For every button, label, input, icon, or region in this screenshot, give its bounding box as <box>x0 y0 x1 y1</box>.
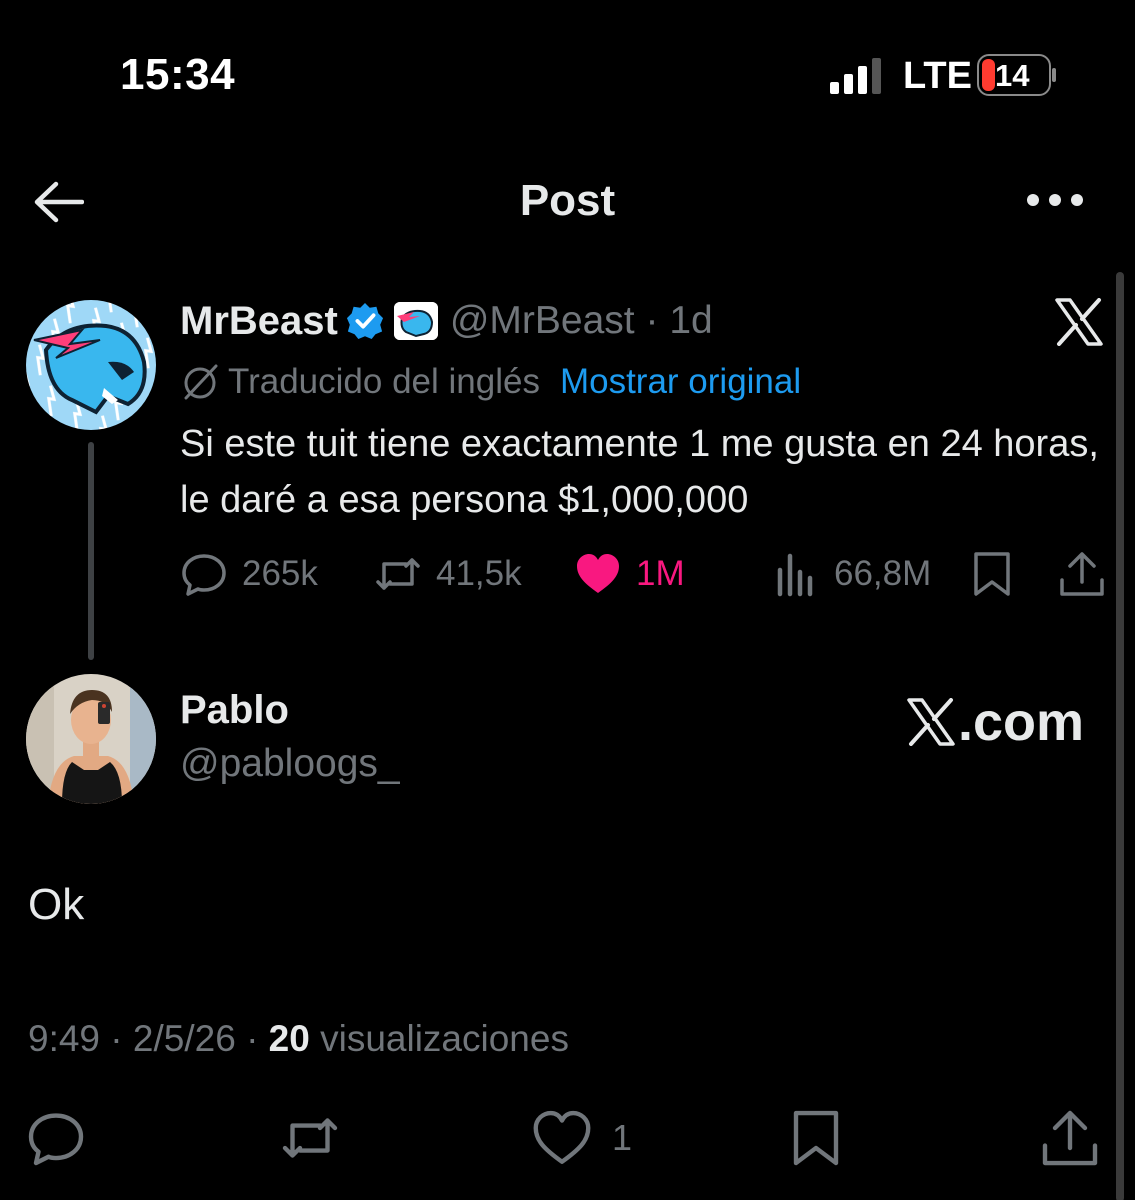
like-action[interactable]: 1 <box>532 1108 632 1168</box>
signal-icon <box>830 58 881 94</box>
x-logo-icon <box>907 698 955 746</box>
share-icon <box>1060 552 1104 596</box>
share-action[interactable] <box>1040 1108 1100 1168</box>
pablo-avatar[interactable] <box>26 674 156 804</box>
translated-label: Traducido del inglés <box>228 362 540 401</box>
quoted-post-header: MrBeast @MrBeast · 1d <box>180 296 713 346</box>
author-handle[interactable]: @MrBeast · 1d <box>450 299 713 343</box>
quoted-post-actions: 265k 41,5k 1M 66,8M <box>180 548 1110 600</box>
mrbeast-avatar[interactable] <box>26 300 156 430</box>
post-meta: 9:49 · 2/5/26 · 20 visualizaciones <box>28 1018 569 1060</box>
battery-level: 14 <box>995 58 1030 93</box>
like-count: 1 <box>612 1117 633 1158</box>
heart-icon <box>577 554 619 593</box>
author-name[interactable]: MrBeast <box>180 299 338 344</box>
post-time: 1d <box>669 299 713 342</box>
verified-icon <box>346 302 383 340</box>
reply-icon <box>182 554 226 596</box>
reply-author-name[interactable]: Pablo <box>180 688 289 733</box>
scrollbar[interactable] <box>1116 272 1124 1200</box>
translate-icon <box>184 364 218 400</box>
reply-icon <box>28 1113 84 1166</box>
share-icon <box>1042 1110 1098 1166</box>
handle-text: @MrBeast <box>449 299 635 342</box>
repost-action[interactable]: 41,5k <box>374 548 522 600</box>
repost-action[interactable] <box>280 1108 340 1168</box>
bookmark-action[interactable] <box>786 1108 846 1168</box>
affiliate-badge-icon <box>393 302 438 340</box>
meta-separator: · <box>110 1018 133 1059</box>
repost-icon <box>376 558 420 590</box>
views-icon <box>777 553 813 597</box>
like-action[interactable]: 1M <box>574 548 685 600</box>
status-time: 15:34 <box>120 50 236 99</box>
translation-bar: Traducido del inglés Mostrar original <box>180 360 801 404</box>
show-original-link[interactable]: Mostrar original <box>560 362 801 402</box>
quoted-post-text: Si este tuit tiene exactamente 1 me gust… <box>180 423 1099 521</box>
reply-count: 265k <box>242 554 318 593</box>
reply-action[interactable] <box>26 1108 86 1168</box>
page-title: Post <box>519 176 616 225</box>
repost-icon <box>282 1118 338 1158</box>
post-date: 2/5/26 <box>132 1018 236 1059</box>
network-label: LTE <box>903 55 972 97</box>
views-count: 66,8M <box>834 554 932 593</box>
share-action[interactable] <box>1058 548 1106 600</box>
reply-author-handle[interactable]: @pabloogs_ <box>180 742 400 786</box>
like-count: 1M <box>636 554 685 593</box>
meta-separator: · <box>246 1018 269 1059</box>
thread-line <box>88 442 94 660</box>
heart-icon <box>533 1110 591 1164</box>
bookmark-icon <box>974 552 1010 596</box>
post-time: 9:49 <box>28 1018 101 1059</box>
bookmark-icon <box>793 1110 839 1166</box>
views-label: visualizaciones <box>320 1018 569 1059</box>
views-count[interactable]: 20 <box>269 1018 310 1059</box>
reply-action[interactable]: 265k <box>180 548 318 600</box>
x-logo-icon <box>1055 298 1103 346</box>
reply-post-text: Ok <box>28 880 85 929</box>
x-com-watermark: .com <box>906 692 1084 752</box>
reply-post-actions: 1 <box>0 1108 1135 1168</box>
watermark-text: .com <box>958 692 1085 752</box>
separator: · <box>645 299 659 342</box>
repost-count: 41,5k <box>436 554 522 593</box>
more-icon[interactable] <box>1026 190 1084 210</box>
bookmark-action[interactable] <box>968 548 1016 600</box>
views-action[interactable]: 66,8M <box>772 548 931 600</box>
